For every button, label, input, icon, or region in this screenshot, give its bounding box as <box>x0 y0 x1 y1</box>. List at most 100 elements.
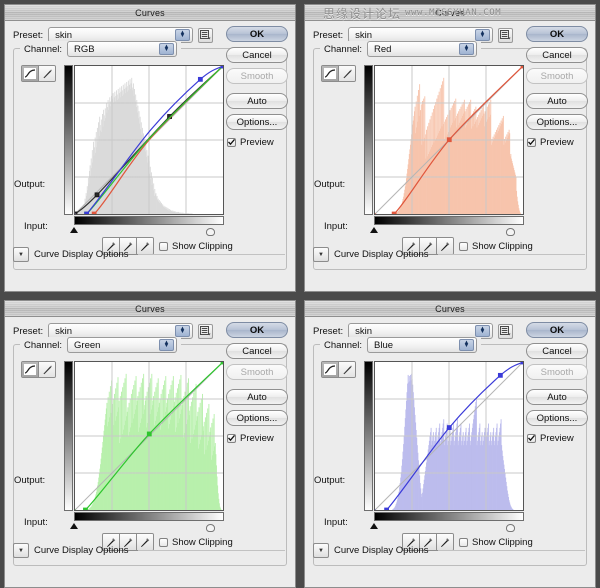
white-point-slider[interactable] <box>506 524 515 532</box>
stepper-arrows-icon[interactable]: ▲ ▼ <box>159 339 175 351</box>
curve-graph[interactable] <box>74 65 224 215</box>
auto-button[interactable]: Auto <box>526 389 588 405</box>
options-button[interactable]: Options... <box>526 114 588 130</box>
white-point-slider[interactable] <box>206 228 215 236</box>
output-label: Output: <box>314 475 346 486</box>
ok-button[interactable]: OK <box>226 26 288 42</box>
channel-select[interactable]: RGB ▲ ▼ <box>67 41 178 57</box>
smooth-button: Smooth <box>226 364 288 380</box>
curve-pencil-icon[interactable] <box>322 362 339 377</box>
input-gradient-bar <box>374 512 524 521</box>
options-button[interactable]: Options... <box>526 410 588 426</box>
channel-select[interactable]: Blue ▲ ▼ <box>367 337 478 353</box>
cancel-button[interactable]: Cancel <box>226 343 288 359</box>
curve-graph[interactable] <box>74 361 224 511</box>
stepper-arrows-icon[interactable]: ▲ ▼ <box>175 325 190 337</box>
curve-graph-canvas <box>75 66 223 214</box>
preview-row[interactable]: Preview <box>226 135 288 149</box>
preset-menu-icon[interactable] <box>498 323 513 339</box>
stepper-arrows-icon[interactable]: ▲ ▼ <box>175 29 190 41</box>
options-button[interactable]: Options... <box>226 410 288 426</box>
curve-graph[interactable] <box>374 65 524 215</box>
stepper-arrows-icon[interactable]: ▲ ▼ <box>475 325 490 337</box>
preview-checkbox[interactable] <box>227 137 236 147</box>
cancel-button[interactable]: Cancel <box>526 47 588 63</box>
curve-pencil-icon[interactable] <box>22 66 39 81</box>
ok-button[interactable]: OK <box>526 26 588 42</box>
preview-checkbox[interactable] <box>527 433 536 443</box>
disclosure-triangle-icon[interactable]: ▼ <box>313 543 329 558</box>
channel-label: Channel: <box>324 43 363 55</box>
preview-checkbox[interactable] <box>227 433 236 443</box>
preview-row[interactable]: Preview <box>226 431 288 445</box>
channel-select[interactable]: Red ▲ ▼ <box>367 41 478 57</box>
preview-row[interactable]: Preview <box>526 431 588 445</box>
black-point-slider[interactable] <box>70 523 78 529</box>
graph-wrapper <box>364 65 524 236</box>
options-button[interactable]: Options... <box>226 114 288 130</box>
curve-display-options-label: Curve Display Options <box>34 249 129 260</box>
stepper-arrows-icon[interactable]: ▲ ▼ <box>475 29 490 41</box>
panel-rgb: Curves Preset: skin ▲ ▼ Channel: RGB ▲ ▼ Output: I… <box>4 4 296 292</box>
stepper-arrows-icon[interactable]: ▲ ▼ <box>459 339 475 351</box>
preset-menu-icon[interactable] <box>498 27 513 43</box>
channel-label: Channel: <box>24 339 63 351</box>
pencil-icon[interactable] <box>339 66 355 81</box>
title-bar[interactable]: Curves <box>5 5 295 21</box>
preview-label: Preview <box>540 432 574 444</box>
preset-menu-icon[interactable] <box>198 323 213 339</box>
curve-display-options-label: Curve Display Options <box>334 545 429 556</box>
pencil-icon[interactable] <box>39 66 55 81</box>
curve-display-options-label: Curve Display Options <box>334 249 429 260</box>
preview-checkbox[interactable] <box>527 137 536 147</box>
auto-button[interactable]: Auto <box>226 93 288 109</box>
curve-pencil-icon[interactable] <box>322 66 339 81</box>
stepper-arrows-icon[interactable]: ▲ ▼ <box>459 43 475 55</box>
preset-label: Preset: <box>313 29 344 41</box>
output-label: Output: <box>14 179 46 190</box>
white-point-slider[interactable] <box>206 524 215 532</box>
curve-graph[interactable] <box>374 361 524 511</box>
curve-display-options-row[interactable]: ▼ Curve Display Options <box>313 247 585 262</box>
input-label: Input: <box>24 221 48 232</box>
output-gradient-bar <box>64 361 73 511</box>
channel-row: Channel: Green ▲ ▼ <box>20 337 182 353</box>
black-point-slider[interactable] <box>370 523 378 529</box>
channel-select[interactable]: Green ▲ ▼ <box>67 337 178 353</box>
disclosure-triangle-icon[interactable]: ▼ <box>13 247 29 262</box>
auto-button[interactable]: Auto <box>526 93 588 109</box>
channel-row: Channel: RGB ▲ ▼ <box>20 41 182 57</box>
pencil-icon[interactable] <box>339 362 355 377</box>
cancel-button[interactable]: Cancel <box>526 343 588 359</box>
stepper-arrows-icon[interactable]: ▲ ▼ <box>159 43 175 55</box>
curve-display-options-row[interactable]: ▼ Curve Display Options <box>313 543 585 558</box>
preset-label: Preset: <box>13 29 44 41</box>
output-label: Output: <box>314 179 346 190</box>
white-point-slider[interactable] <box>506 228 515 236</box>
pencil-icon[interactable] <box>39 362 55 377</box>
preset-menu-icon[interactable] <box>198 27 213 43</box>
cancel-button[interactable]: Cancel <box>226 47 288 63</box>
auto-button[interactable]: Auto <box>226 389 288 405</box>
curve-display-options-row[interactable]: ▼ Curve Display Options <box>13 543 285 558</box>
section-divider <box>437 254 585 255</box>
black-point-slider[interactable] <box>70 227 78 233</box>
input-label: Input: <box>324 517 348 528</box>
curve-edit-tools <box>21 65 56 82</box>
curve-pencil-icon[interactable] <box>22 362 39 377</box>
ok-button[interactable]: OK <box>526 322 588 338</box>
title-bar[interactable]: Curves <box>305 5 595 21</box>
preset-value: skin <box>355 29 373 41</box>
preset-value: skin <box>355 325 373 337</box>
disclosure-triangle-icon[interactable]: ▼ <box>313 247 329 262</box>
black-point-slider[interactable] <box>370 227 378 233</box>
disclosure-triangle-icon[interactable]: ▼ <box>13 543 29 558</box>
curve-display-options-row[interactable]: ▼ Curve Display Options <box>13 247 285 262</box>
section-divider <box>437 550 585 551</box>
ok-button[interactable]: OK <box>226 322 288 338</box>
preset-value: skin <box>55 29 73 41</box>
title-bar[interactable]: Curves <box>5 301 295 317</box>
title-bar[interactable]: Curves <box>305 301 595 317</box>
curve-edit-tools <box>321 361 356 378</box>
preview-row[interactable]: Preview <box>526 135 588 149</box>
